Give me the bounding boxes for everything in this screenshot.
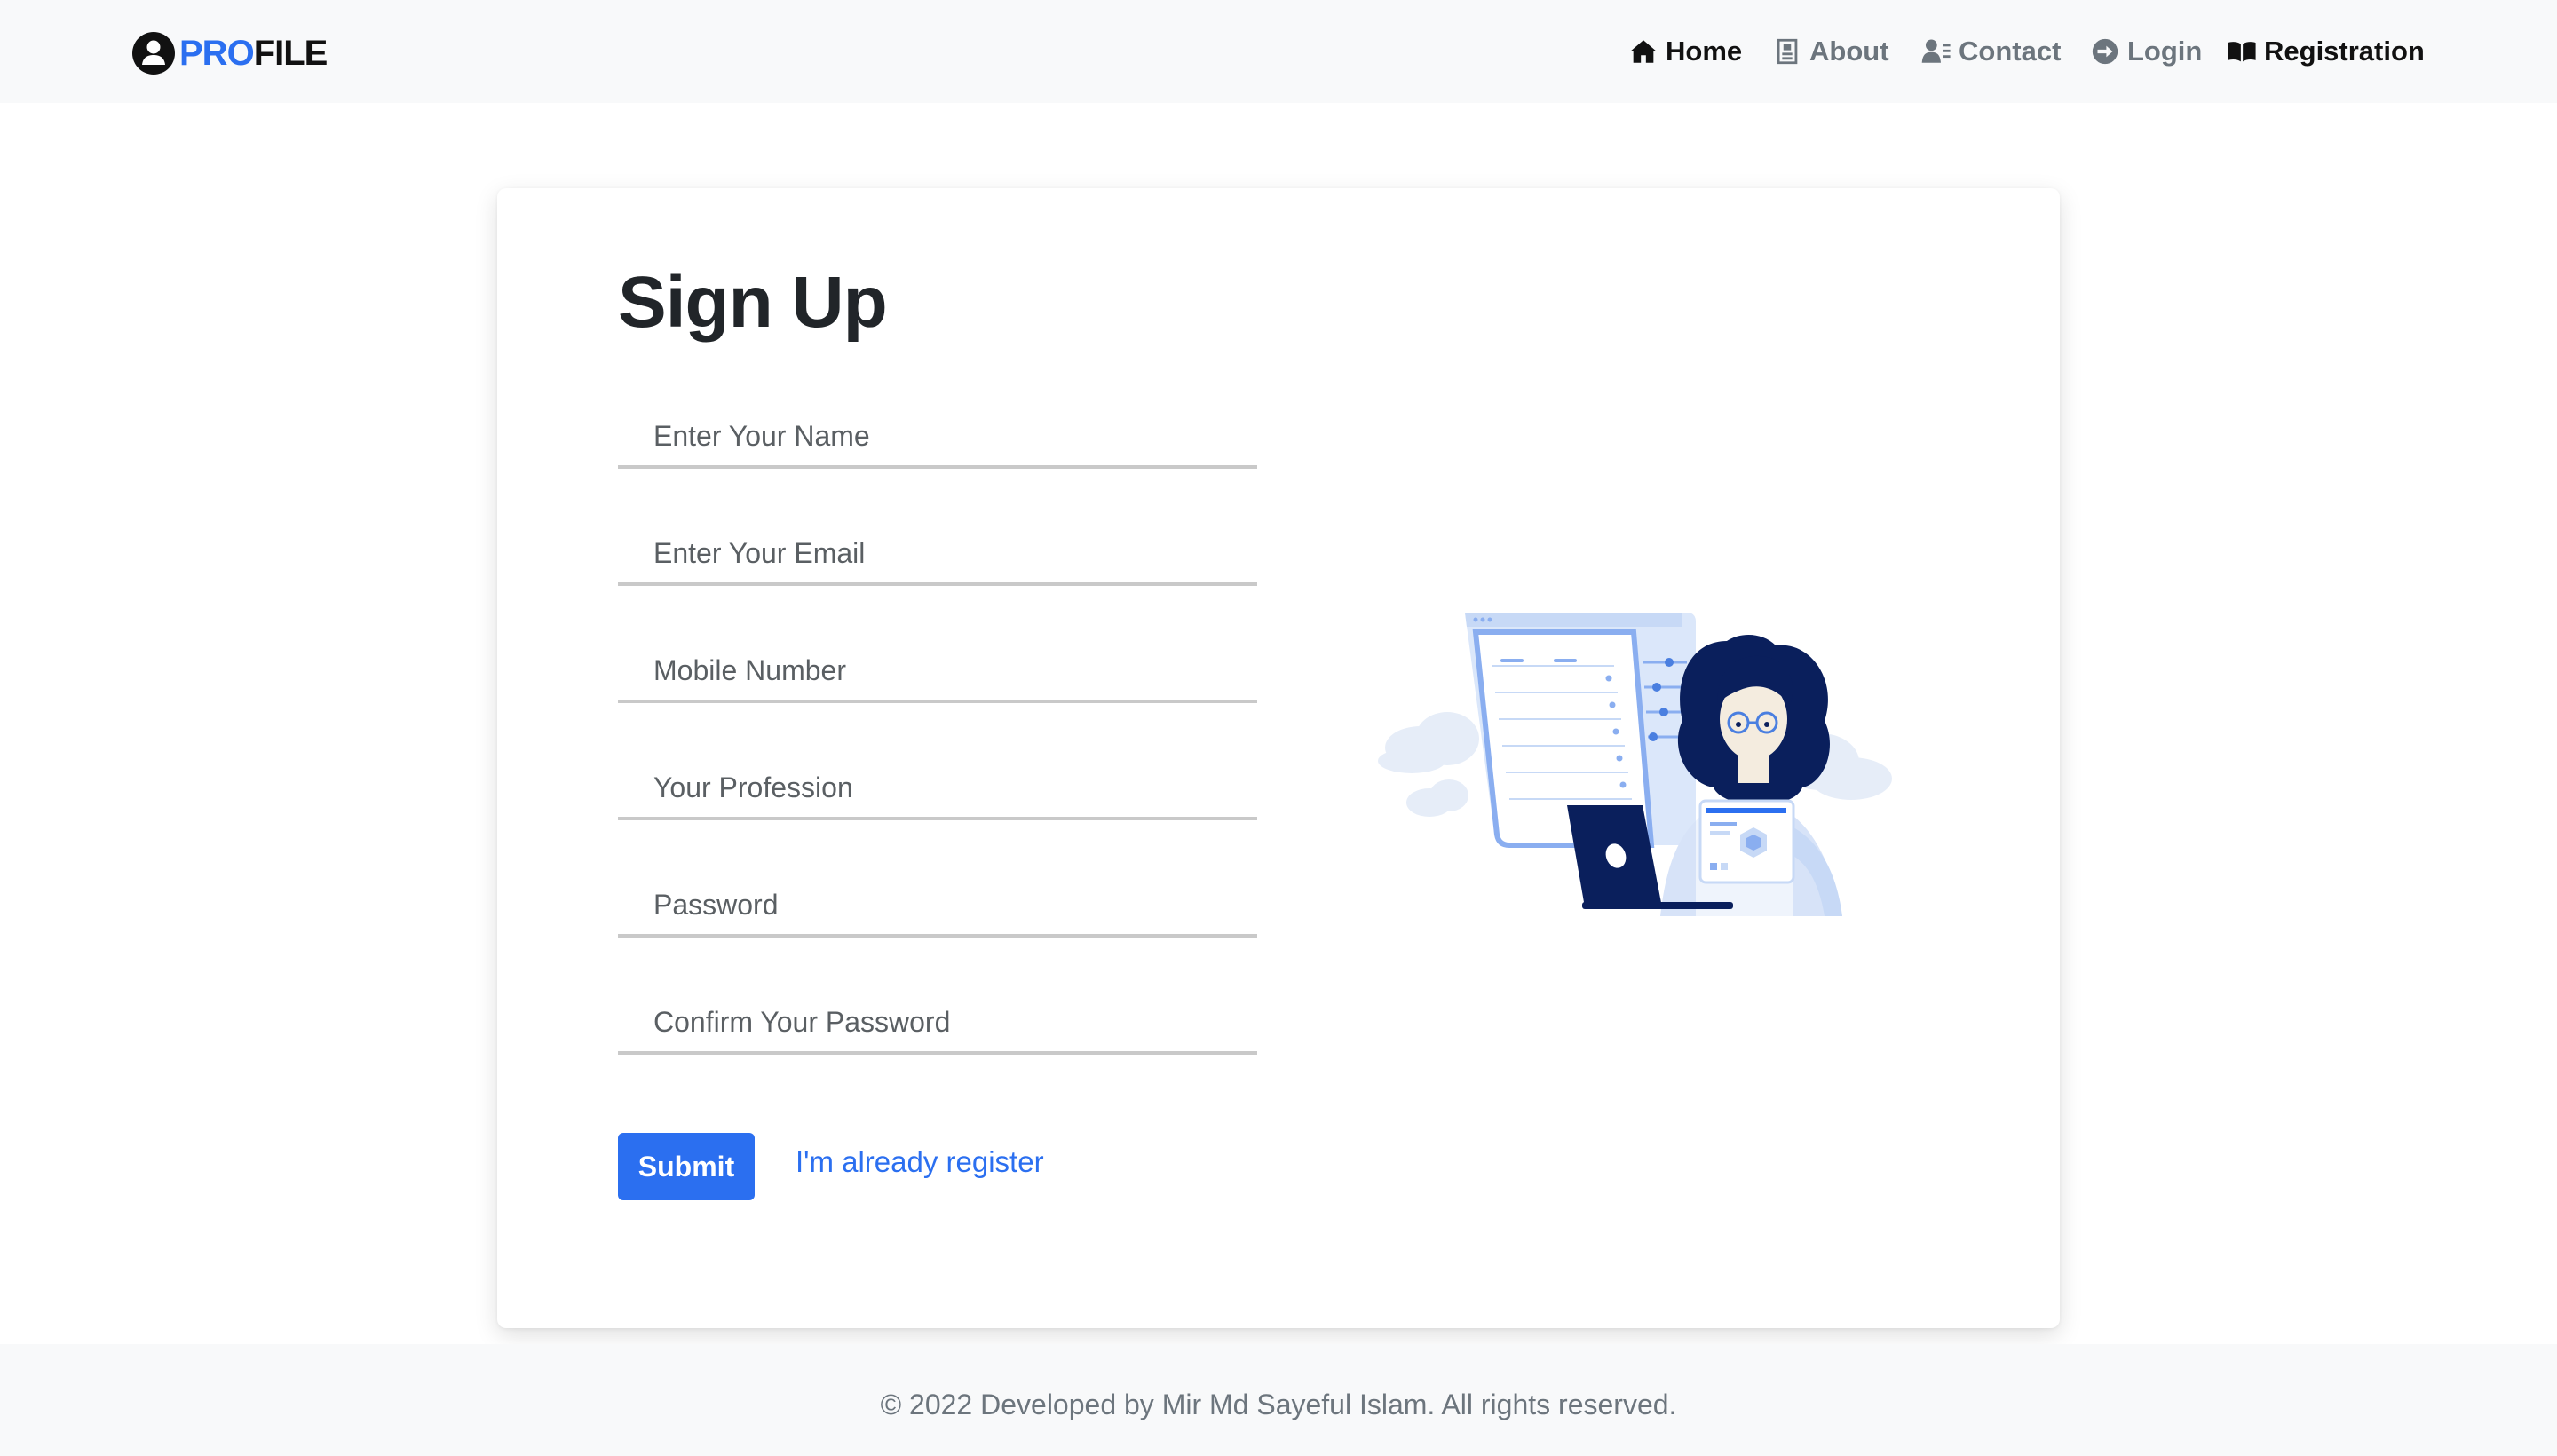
nav-home[interactable]: Home (1628, 30, 1742, 73)
login-icon (2092, 38, 2118, 65)
nav-login[interactable]: Login (2090, 30, 2202, 73)
footer: © 2022 Developed by Mir Md Sayeful Islam… (0, 1344, 2557, 1456)
submit-button[interactable]: Submit (618, 1133, 755, 1200)
open-book-icon (2228, 42, 2256, 62)
profession-input[interactable] (618, 769, 1257, 820)
signup-illustration (1378, 613, 1892, 916)
signup-card: Sign Up Submit I'm already register (497, 188, 2060, 1328)
nav-about[interactable]: About (1772, 30, 1889, 73)
nav-login-label: Login (2127, 36, 2203, 67)
nav-registration[interactable]: Registration (2227, 30, 2425, 73)
nav-registration-label: Registration (2264, 36, 2425, 67)
navbar: PRO FILE Home About Contact Login Regist… (0, 0, 2557, 103)
nav-contact-label: Contact (1959, 36, 2062, 67)
footer-copyright: © 2022 Developed by Mir Md Sayeful Islam… (880, 1389, 1677, 1420)
home-icon (1630, 40, 1657, 63)
confirm-password-input[interactable] (618, 1003, 1257, 1055)
brand-pro-text: PRO (179, 33, 255, 73)
document-icon (1777, 38, 1798, 65)
nav-contact[interactable]: Contact (1921, 30, 2061, 73)
user-circle-icon (132, 32, 175, 75)
contact-card-icon (1921, 39, 1951, 63)
mobile-input[interactable] (618, 652, 1257, 703)
email-input[interactable] (618, 534, 1257, 586)
nav-home-label: Home (1666, 36, 1743, 67)
password-input[interactable] (618, 886, 1257, 938)
already-registered-link[interactable]: I'm already register (796, 1145, 1044, 1179)
brand-file-text: FILE (253, 33, 329, 73)
page-title: Sign Up (618, 262, 888, 343)
nav-about-label: About (1809, 36, 1889, 67)
name-input[interactable] (618, 417, 1257, 469)
brand-logo[interactable]: PRO FILE (131, 30, 329, 76)
